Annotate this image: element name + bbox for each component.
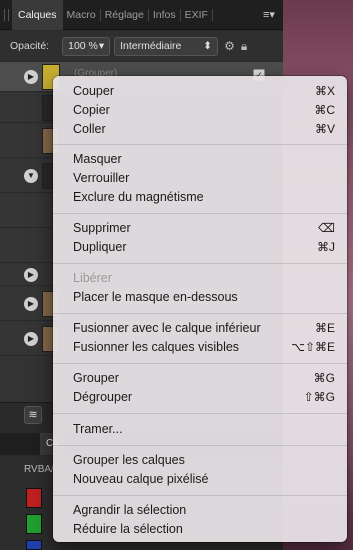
- menu-label: Placer le masque en-dessous: [73, 290, 238, 304]
- menu-label: Tramer...: [73, 422, 123, 436]
- menu-item-liberer: Libérer: [73, 269, 335, 288]
- opacity-field[interactable]: 100 % ▾: [62, 36, 111, 56]
- collapse-triangle-icon[interactable]: ▼: [24, 169, 38, 183]
- menu-item-exclure-magnetisme[interactable]: Exclure du magnétisme: [73, 188, 335, 207]
- menu-separator: [53, 263, 347, 264]
- tab-exif[interactable]: EXIF: [181, 8, 213, 21]
- shortcut-label: ⌘V: [314, 122, 335, 136]
- menu-item-degrouper[interactable]: Dégrouper ⇧⌘G: [73, 388, 335, 407]
- tab-infos[interactable]: Infos: [149, 8, 181, 21]
- menu-label: Grouper: [73, 371, 119, 385]
- green-channel-swatch[interactable]: [26, 514, 42, 534]
- menu-item-supprimer[interactable]: Supprimer ⌫: [73, 219, 335, 238]
- menu-separator: [53, 495, 347, 496]
- menu-label: Réduire la sélection: [73, 522, 183, 536]
- menu-item-verrouiller[interactable]: Verrouiller: [73, 169, 335, 188]
- menu-item-tramer[interactable]: Tramer...: [73, 420, 335, 439]
- menu-item-agrandir-selection[interactable]: Agrandir la sélection: [73, 501, 335, 520]
- menu-item-coller[interactable]: Coller ⌘V: [73, 120, 335, 139]
- menu-item-reduire-selection[interactable]: Réduire la sélection: [73, 520, 335, 539]
- menu-label: Fusionner les calques visibles: [73, 340, 240, 354]
- menu-label: Coller: [73, 122, 106, 136]
- red-channel-swatch[interactable]: [26, 488, 42, 508]
- menu-label: Libérer: [73, 271, 112, 285]
- shortcut-label: ⌥⇧⌘E: [291, 340, 335, 354]
- menu-item-masquer[interactable]: Masquer: [73, 150, 335, 169]
- panel-tab-bar: Calques Macro Réglage Infos EXIF ≡▾: [0, 0, 283, 30]
- opacity-label: Opacité:: [10, 40, 50, 52]
- delete-key-icon: ⌫: [318, 221, 335, 235]
- expand-triangle-icon[interactable]: ▶: [24, 268, 38, 282]
- menu-label: Fusionner avec le calque inférieur: [73, 321, 261, 335]
- menu-item-dupliquer[interactable]: Dupliquer ⌘J: [73, 238, 335, 257]
- menu-item-copier[interactable]: Copier ⌘C: [73, 101, 335, 120]
- menu-label: Nouveau calque pixélisé: [73, 472, 209, 486]
- menu-item-grouper[interactable]: Grouper ⌘G: [73, 369, 335, 388]
- menu-label: Dégrouper: [73, 390, 133, 404]
- menu-separator: [53, 213, 347, 214]
- gear-icon[interactable]: ⚙: [224, 39, 235, 53]
- layers-stack-icon[interactable]: ≋: [24, 406, 42, 424]
- menu-label: Copier: [73, 103, 110, 117]
- menu-separator: [53, 413, 347, 414]
- menu-item-placer-masque[interactable]: Placer le masque en-dessous: [73, 288, 335, 307]
- blue-channel-swatch[interactable]: [26, 540, 42, 550]
- stepper-icon: ⬍: [203, 40, 213, 52]
- expand-triangle-icon[interactable]: ▶: [24, 297, 38, 311]
- menu-label: Supprimer: [73, 221, 131, 235]
- drag-grip-icon[interactable]: [0, 0, 12, 30]
- menu-label: Dupliquer: [73, 240, 127, 254]
- menu-separator: [53, 363, 347, 364]
- menu-separator: [53, 313, 347, 314]
- shortcut-label: ⌘J: [317, 240, 335, 254]
- chevron-down-icon: ▾: [98, 40, 105, 52]
- menu-item-nouveau-calque-pixelise[interactable]: Nouveau calque pixélisé: [73, 470, 335, 489]
- menu-item-couper[interactable]: Couper ⌘X: [73, 82, 335, 101]
- menu-separator: [53, 144, 347, 145]
- tab-calques[interactable]: Calques: [12, 0, 63, 30]
- layer-context-menu: Couper ⌘X Copier ⌘C Coller ⌘V Masquer Ve…: [53, 76, 347, 542]
- expand-triangle-icon[interactable]: ▶: [24, 332, 38, 346]
- panel-menu-icon[interactable]: ≡▾: [263, 9, 277, 21]
- tab-reglage[interactable]: Réglage: [101, 8, 149, 21]
- blend-mode-select[interactable]: Intermédiaire ⬍: [114, 36, 219, 56]
- blend-mode-value: Intermédiaire: [120, 40, 182, 52]
- lock-icon[interactable]: 🔒︎: [241, 39, 247, 54]
- menu-item-fusionner-visibles[interactable]: Fusionner les calques visibles ⌥⇧⌘E: [73, 338, 335, 357]
- menu-item-grouper-calques[interactable]: Grouper les calques: [73, 451, 335, 470]
- menu-label: Exclure du magnétisme: [73, 190, 204, 204]
- shortcut-label: ⌘C: [314, 103, 335, 117]
- menu-label: Masquer: [73, 152, 122, 166]
- shortcut-label: ⌘G: [313, 371, 335, 385]
- shortcut-label: ⇧⌘G: [303, 390, 335, 404]
- shortcut-label: ⌘X: [314, 84, 335, 98]
- menu-label: Agrandir la sélection: [73, 503, 187, 517]
- channels-label: RVBA/: [24, 464, 54, 475]
- layer-toolbar: Opacité: 100 % ▾ Intermédiaire ⬍ ⚙ 🔒︎: [0, 31, 283, 61]
- tab-macro[interactable]: Macro: [63, 8, 101, 21]
- expand-triangle-icon[interactable]: ▶: [24, 70, 38, 84]
- menu-separator: [53, 445, 347, 446]
- menu-label: Couper: [73, 84, 114, 98]
- menu-label: Verrouiller: [73, 171, 130, 185]
- menu-item-fusionner-inferieur[interactable]: Fusionner avec le calque inférieur ⌘E: [73, 319, 335, 338]
- shortcut-label: ⌘E: [314, 321, 335, 335]
- opacity-value: 100 %: [68, 40, 98, 52]
- menu-label: Grouper les calques: [73, 453, 185, 467]
